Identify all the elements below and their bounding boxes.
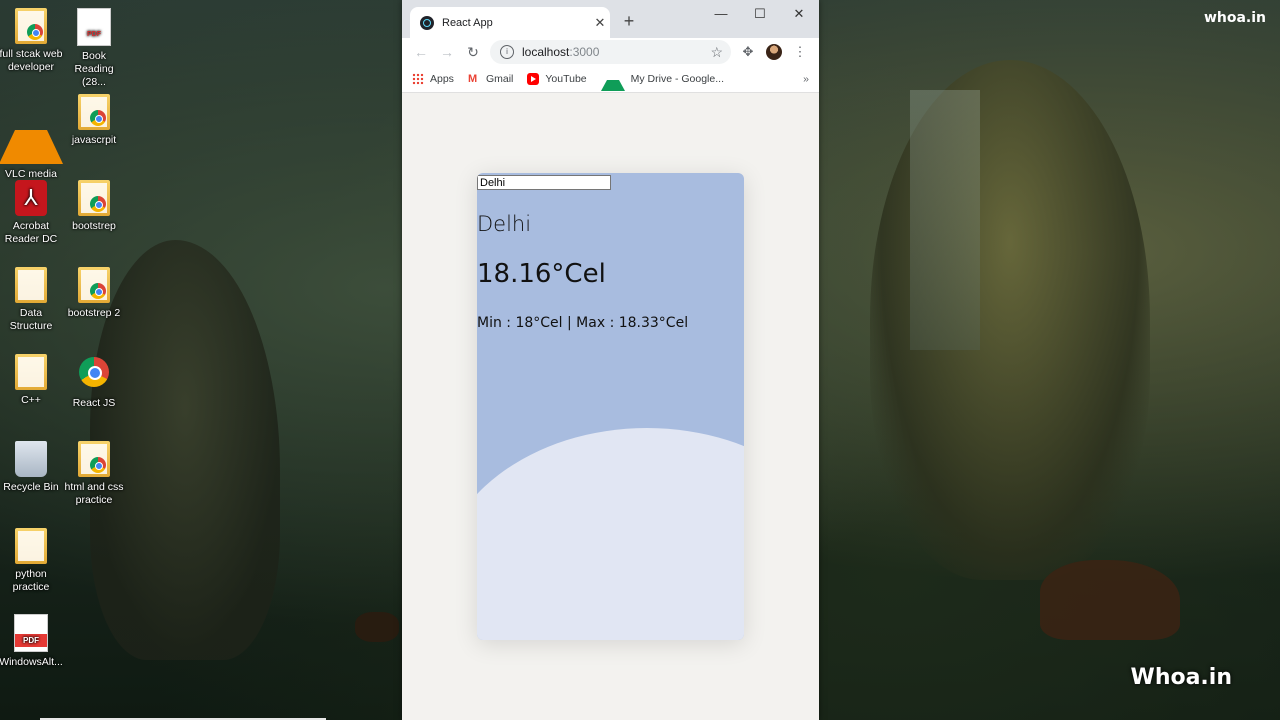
desktop-icon-label: Recycle Bin — [3, 481, 59, 493]
chrome-icon — [78, 357, 110, 393]
minimize-button[interactable]: — — [704, 4, 738, 24]
forward-arrow-icon[interactable]: → — [434, 44, 460, 60]
pdf-icon — [14, 614, 48, 652]
extensions-puzzle-icon[interactable]: ✥ — [735, 44, 761, 60]
desktop-icon-label: python practice — [12, 568, 50, 593]
bookmark-label: YouTube — [545, 73, 587, 85]
vlc-icon — [0, 94, 63, 164]
url-host: localhost — [522, 45, 570, 59]
desktop-icon-label: javascrpit — [71, 134, 117, 146]
desktop-icon-vlc[interactable]: VLC media player — [0, 94, 63, 194]
card-wave — [477, 428, 744, 640]
folder-chrome-icon — [15, 8, 47, 44]
url-port: :3000 — [569, 45, 600, 59]
desktop-icon-label: WindowsAlt... — [0, 656, 63, 668]
acrobat-icon — [15, 180, 47, 216]
bookmark-label: Apps — [430, 73, 454, 85]
folder-chrome-icon — [78, 94, 110, 130]
reload-icon[interactable]: ↻ — [460, 44, 486, 61]
address-bar[interactable]: i localhost :3000 ☆ — [490, 40, 731, 64]
desktop-icon-label: full stcak web developer — [0, 48, 63, 73]
gmail-icon: M — [467, 73, 478, 85]
apps-grid-icon — [412, 73, 424, 85]
desktop-icon-label: Book Reading (28... — [74, 50, 114, 88]
folder-icon — [15, 354, 47, 390]
folder-chrome-icon — [78, 267, 110, 303]
desktop-icon-react-js[interactable]: React JS — [62, 354, 126, 410]
desktop-icon-bootstrep-2[interactable]: bootstrep 2 — [62, 267, 126, 320]
desktop-icon-label: html and css practice — [64, 481, 124, 506]
desktop-icon-label: C++ — [21, 394, 41, 406]
desktop-icon-label: Data Structure — [9, 307, 53, 332]
folder-icon — [15, 267, 47, 303]
city-name: Delhi — [477, 212, 532, 236]
watermark-bottom: Whoa.in — [1130, 665, 1232, 690]
desktop-icon-windows-alt[interactable]: WindowsAlt... — [0, 614, 63, 669]
wallpaper-waterfall — [910, 90, 980, 350]
desktop-icon-full-stack[interactable]: full stcak web developer — [0, 8, 63, 74]
watermark-top: whoa.in — [1203, 10, 1266, 26]
bookmarks-bar: Apps M Gmail YouTube My Drive - Google..… — [402, 66, 819, 93]
desktop-icon-data-structure[interactable]: Data Structure — [0, 267, 63, 333]
folder-icon — [15, 528, 47, 564]
desktop-icon-label: bootstrep 2 — [67, 307, 121, 319]
weather-card: Delhi 18.16°Cel Min : 18°Cel | Max : 18.… — [477, 173, 744, 640]
youtube-icon — [527, 73, 540, 85]
bookmark-my-drive[interactable]: My Drive - Google... — [600, 68, 724, 91]
bookmark-label: My Drive - Google... — [630, 73, 724, 85]
desktop-icon-html-css[interactable]: html and css practice — [62, 441, 126, 507]
min-max-temperature: Min : 18°Cel | Max : 18.33°Cel — [477, 315, 689, 331]
close-tab-icon[interactable]: ✕ — [590, 15, 610, 31]
wallpaper-deer — [1040, 560, 1180, 640]
bookmark-gmail[interactable]: M Gmail — [468, 73, 513, 85]
desktop-icon-bootstrep[interactable]: bootstrep — [62, 180, 126, 233]
bookmarks-overflow-button[interactable]: » — [803, 73, 809, 85]
info-icon[interactable]: i — [500, 45, 514, 59]
desktop-icon-label: Acrobat Reader DC — [4, 220, 58, 245]
close-window-button[interactable]: ✕ — [782, 4, 816, 24]
maximize-button[interactable]: ☐ — [743, 4, 777, 24]
menu-kebab-icon[interactable]: ⋮ — [787, 44, 813, 60]
react-icon — [420, 15, 434, 30]
desktop-icon-cpp[interactable]: C++ — [0, 354, 63, 407]
bookmark-youtube[interactable]: YouTube — [527, 73, 587, 85]
bookmark-label: Gmail — [485, 73, 514, 85]
browser-toolbar: ← → ↻ i localhost :3000 ☆ ✥ ⋮ — [402, 38, 819, 66]
browser-window: React App ✕ + — ☐ ✕ ← → ↻ i localhost :3… — [402, 0, 819, 720]
profile-avatar[interactable] — [766, 44, 782, 60]
temperature: 18.16°Cel — [477, 259, 606, 289]
bookmark-apps[interactable]: Apps — [412, 73, 454, 85]
desktop-icon-label: bootstrep — [72, 220, 116, 232]
folder-chrome-icon — [78, 441, 110, 477]
pdf-icon — [77, 8, 111, 46]
wallpaper-statue — [870, 60, 1150, 580]
desktop-icon-recycle-bin[interactable]: Recycle Bin — [0, 441, 63, 494]
folder-chrome-icon — [78, 180, 110, 216]
tab-react-app[interactable]: React App ✕ — [410, 7, 610, 38]
desktop-icon-book-reading[interactable]: Book Reading (28... — [62, 8, 126, 89]
desktop-icon-acrobat[interactable]: Acrobat Reader DC — [0, 180, 63, 246]
tab-title: React App — [442, 16, 493, 29]
desktop-icon-javascript[interactable]: javascrpit — [62, 94, 126, 147]
city-search-input[interactable] — [477, 175, 611, 190]
wallpaper-deer-small — [355, 612, 399, 642]
desktop-icon-label: React JS — [72, 397, 116, 409]
bookmark-star-icon[interactable]: ☆ — [710, 44, 723, 61]
page-viewport: Delhi 18.16°Cel Min : 18°Cel | Max : 18.… — [402, 93, 819, 720]
back-arrow-icon[interactable]: ← — [408, 44, 434, 60]
recycle-bin-icon — [15, 441, 47, 477]
desktop-icon-python[interactable]: python practice — [0, 528, 63, 594]
tab-bar: React App ✕ + — ☐ ✕ — [402, 0, 819, 38]
google-drive-icon — [600, 68, 625, 91]
new-tab-button[interactable]: + — [618, 10, 640, 32]
